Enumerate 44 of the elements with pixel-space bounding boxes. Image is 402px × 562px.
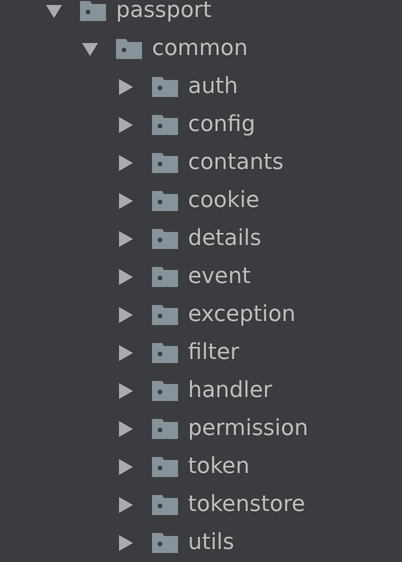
folder-name[interactable]: auth xyxy=(188,76,238,98)
folder-icon xyxy=(152,229,178,249)
collapsed-arrow-icon[interactable] xyxy=(117,306,135,324)
collapsed-arrow-icon[interactable] xyxy=(117,534,135,552)
collapsed-arrow-icon[interactable] xyxy=(117,230,135,248)
folder-icon xyxy=(152,305,178,325)
folder-icon xyxy=(152,191,178,211)
folder-icon xyxy=(152,457,178,477)
folder-name[interactable]: details xyxy=(188,228,262,250)
folder-name[interactable]: contants xyxy=(188,152,284,174)
expanded-arrow-icon[interactable] xyxy=(81,40,99,58)
folder-name[interactable]: common xyxy=(152,38,248,60)
folder-name[interactable]: passport xyxy=(116,0,212,22)
folder-icon xyxy=(152,267,178,287)
collapsed-arrow-icon[interactable] xyxy=(117,496,135,514)
folder-name[interactable]: cookie xyxy=(188,190,260,212)
folder-name[interactable]: utils xyxy=(188,532,234,554)
folder-icon xyxy=(152,381,178,401)
collapsed-arrow-icon[interactable] xyxy=(117,116,135,134)
folder-icon xyxy=(152,77,178,97)
collapsed-arrow-icon[interactable] xyxy=(117,458,135,476)
folder-name[interactable]: event xyxy=(188,266,251,288)
folder-icon xyxy=(152,419,178,439)
folder-name[interactable]: filter xyxy=(188,342,240,364)
folder-name[interactable]: permission xyxy=(188,418,308,440)
folder-icon xyxy=(152,533,178,553)
folder-icon xyxy=(152,153,178,173)
collapsed-arrow-icon[interactable] xyxy=(117,154,135,172)
collapsed-arrow-icon[interactable] xyxy=(117,78,135,96)
folder-icon xyxy=(152,115,178,135)
folder-name[interactable]: handler xyxy=(188,380,272,402)
collapsed-arrow-icon[interactable] xyxy=(117,192,135,210)
folder-icon xyxy=(152,495,178,515)
folder-name[interactable]: config xyxy=(188,114,256,136)
folder-name[interactable]: tokenstore xyxy=(188,494,306,516)
expanded-arrow-icon[interactable] xyxy=(45,2,63,20)
folder-name[interactable]: exception xyxy=(188,304,296,326)
folder-icon xyxy=(116,39,142,59)
collapsed-arrow-icon[interactable] xyxy=(117,420,135,438)
collapsed-arrow-icon[interactable] xyxy=(117,382,135,400)
folder-name[interactable]: token xyxy=(188,456,250,478)
collapsed-arrow-icon[interactable] xyxy=(117,344,135,362)
collapsed-arrow-icon[interactable] xyxy=(117,268,135,286)
folder-icon xyxy=(152,343,178,363)
